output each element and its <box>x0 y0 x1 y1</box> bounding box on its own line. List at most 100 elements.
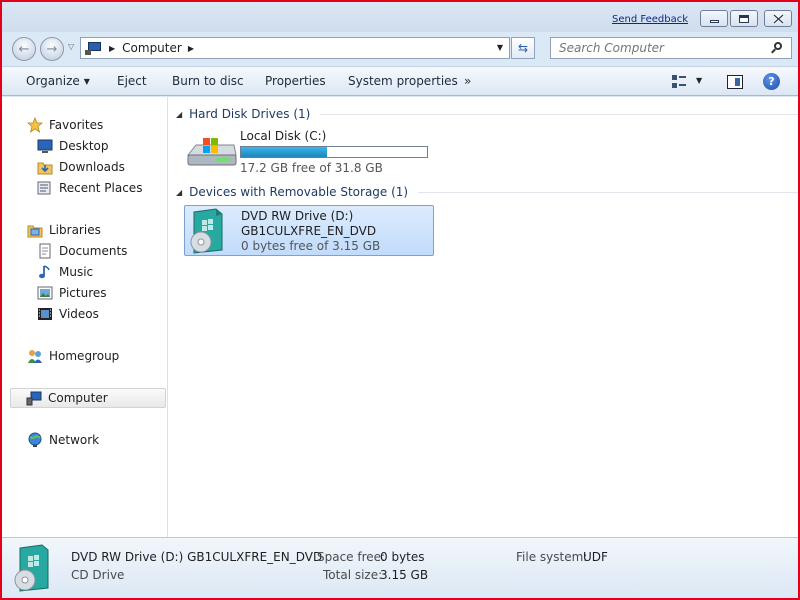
sidebar-item-downloads[interactable]: Downloads <box>37 157 125 177</box>
sidebar-item-recent-places[interactable]: Recent Places <box>37 178 142 198</box>
search-icon[interactable] <box>771 42 783 54</box>
sidebar-item-music[interactable]: Music <box>37 262 93 282</box>
sidebar-item-desktop[interactable]: Desktop <box>37 136 109 156</box>
sidebar-label: Recent Places <box>59 181 143 195</box>
navigation-pane: Favorites Desktop Downloads Recent Place… <box>2 97 168 537</box>
maximize-button[interactable] <box>730 10 758 27</box>
libraries-icon <box>27 222 43 238</box>
organize-button[interactable]: Organize ▼ <box>26 74 90 88</box>
star-icon <box>26 116 44 133</box>
system-properties-button[interactable]: System properties <box>348 74 458 88</box>
sidebar-label: Videos <box>59 307 99 321</box>
group-header-removable-storage[interactable]: ◢ Devices with Removable Storage (1) <box>176 184 798 200</box>
file-system-label: File system: <box>516 550 588 564</box>
sidebar-label: Favorites <box>49 118 104 132</box>
sidebar-label: Network <box>49 433 100 447</box>
sidebar-item-network[interactable]: Network <box>27 430 99 450</box>
more-commands-button[interactable]: » <box>464 74 471 88</box>
desktop-icon <box>37 138 53 154</box>
drive-name: DVD RW Drive (D:) <box>241 209 354 223</box>
sidebar-label: Music <box>59 265 94 279</box>
drive-free-space: 0 bytes free of 3.15 GB <box>241 239 381 253</box>
back-button[interactable]: ← <box>12 37 36 61</box>
maximize-icon <box>739 14 749 23</box>
address-bar[interactable]: ▶ Computer ▶ ▼ <box>80 37 510 59</box>
breadcrumb-arrow-icon[interactable]: ▶ <box>109 44 115 53</box>
videos-icon <box>37 306 53 322</box>
burn-to-disc-button[interactable]: Burn to disc <box>172 74 244 88</box>
address-history-dropdown[interactable]: ▼ <box>497 43 503 52</box>
arrow-left-icon: ← <box>18 41 30 57</box>
hard-disk-icon <box>186 137 238 172</box>
explorer-window: Send Feedback ← → ▽ ▶ Computer ▶ ▼ ⇆ Sea… <box>0 0 800 600</box>
search-box[interactable] <box>550 37 792 59</box>
sidebar-item-libraries[interactable]: Libraries <box>27 220 101 240</box>
content-pane: ◢ Hard Disk Drives (1) Local Disk (C:) 1… <box>168 97 798 537</box>
minimize-button[interactable] <box>700 10 728 27</box>
sidebar-item-computer[interactable]: Computer <box>10 388 166 408</box>
properties-button[interactable]: Properties <box>265 74 326 88</box>
refresh-icon: ⇆ <box>517 41 529 55</box>
sidebar-item-documents[interactable]: Documents <box>37 241 127 261</box>
recent-places-icon <box>37 180 53 196</box>
dvd-drive-icon <box>12 544 52 595</box>
group-header-label: Hard Disk Drives (1) <box>189 107 311 121</box>
computer-icon <box>26 390 42 406</box>
details-type: CD Drive <box>71 568 125 582</box>
drive-volume-label: GB1CULXFRE_EN_DVD <box>241 224 377 238</box>
capacity-bar-fill <box>241 147 327 157</box>
group-header-hard-disk-drives[interactable]: ◢ Hard Disk Drives (1) <box>176 106 798 122</box>
title-bar: Send Feedback <box>2 2 798 32</box>
drive-name: Local Disk (C:) <box>240 129 327 143</box>
sidebar-item-homegroup[interactable]: Homegroup <box>27 346 119 366</box>
file-system-value: UDF <box>583 550 608 564</box>
details-pane: DVD RW Drive (D:) GB1CULXFRE_EN_DVD CD D… <box>2 537 798 598</box>
pictures-icon <box>37 285 53 301</box>
preview-pane-icon[interactable] <box>727 75 743 89</box>
command-bar: Organize ▼ Eject Burn to disc Properties … <box>2 66 798 96</box>
group-divider <box>320 113 798 115</box>
drive-tile-dvd-rw[interactable]: DVD RW Drive (D:) GB1CULXFRE_EN_DVD 0 by… <box>184 205 434 256</box>
computer-icon <box>85 41 103 55</box>
group-header-label: Devices with Removable Storage (1) <box>189 185 409 199</box>
sidebar-label: Documents <box>59 244 128 258</box>
close-button[interactable] <box>764 10 792 27</box>
breadcrumb-arrow-icon[interactable]: ▶ <box>188 44 194 53</box>
search-input[interactable] <box>559 41 759 55</box>
sidebar-item-favorites[interactable]: Favorites <box>26 115 104 135</box>
send-feedback-link[interactable]: Send Feedback <box>612 14 688 25</box>
sidebar-item-pictures[interactable]: Pictures <box>37 283 107 303</box>
sidebar-label: Pictures <box>59 286 107 300</box>
capacity-bar <box>240 146 428 158</box>
details-title: DVD RW Drive (D:) GB1CULXFRE_EN_DVD <box>71 550 323 564</box>
documents-icon <box>37 243 53 259</box>
help-icon[interactable]: ? <box>763 73 780 90</box>
sidebar-label: Homegroup <box>49 349 120 363</box>
close-icon <box>765 11 791 26</box>
breadcrumb-computer[interactable]: Computer <box>122 41 182 55</box>
view-options-dropdown[interactable]: ▼ <box>696 76 702 85</box>
total-size-value: 3.15 GB <box>380 568 429 582</box>
space-free-label: Space free: <box>317 550 386 564</box>
sidebar-label: Downloads <box>59 160 125 174</box>
sidebar-item-videos[interactable]: Videos <box>37 304 99 324</box>
eject-button[interactable]: Eject <box>117 74 147 88</box>
dvd-drive-icon <box>188 208 228 257</box>
network-globe-icon <box>27 432 43 448</box>
refresh-button[interactable]: ⇆ <box>511 37 535 59</box>
drive-tile-local-disk[interactable]: Local Disk (C:) 17.2 GB free of 31.8 GB <box>182 125 434 177</box>
sidebar-label: Libraries <box>49 223 101 237</box>
collapse-triangle-icon: ◢ <box>176 187 183 197</box>
homegroup-icon <box>27 348 43 364</box>
minimize-icon <box>709 19 719 23</box>
downloads-folder-icon <box>37 159 53 175</box>
drive-free-space: 17.2 GB free of 31.8 GB <box>240 161 383 175</box>
arrow-right-icon: → <box>46 41 58 57</box>
music-note-icon <box>37 264 53 280</box>
forward-button[interactable]: → <box>40 37 64 61</box>
change-view-icon[interactable] <box>672 75 686 89</box>
recent-pages-dropdown[interactable]: ▽ <box>68 42 74 51</box>
chevron-down-icon: ▼ <box>83 77 90 86</box>
collapse-triangle-icon: ◢ <box>176 109 183 119</box>
sidebar-label: Computer <box>48 391 108 405</box>
